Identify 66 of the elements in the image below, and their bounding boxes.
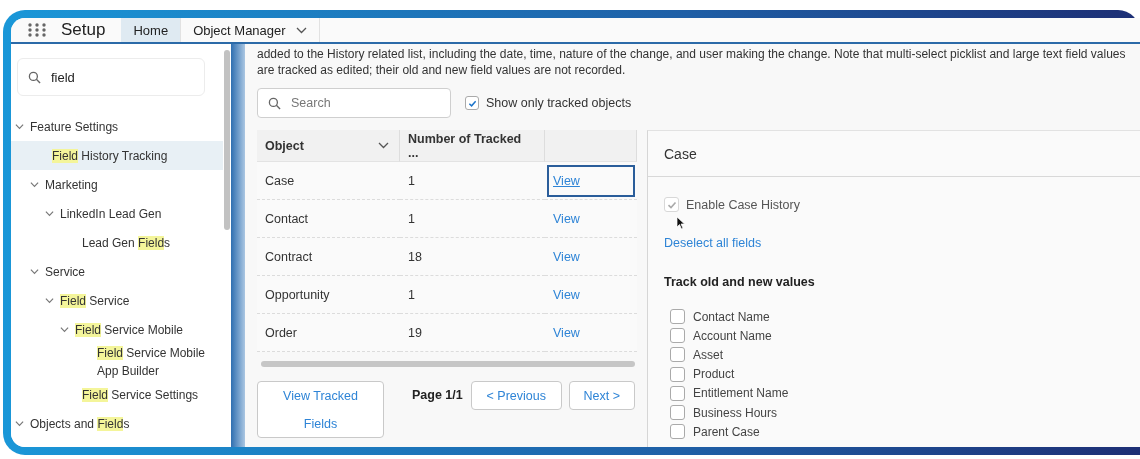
tree-item[interactable]: Field History Tracking	[11, 141, 223, 170]
checkbox[interactable]	[670, 405, 685, 421]
nav-tab[interactable]: Home	[121, 18, 182, 42]
tree-item[interactable]: Field Service Settings	[11, 380, 223, 409]
checkbox[interactable]	[670, 424, 685, 440]
chevron-icon[interactable]	[45, 296, 54, 305]
app-launcher-icon[interactable]	[27, 23, 47, 37]
checkbox[interactable]	[670, 309, 685, 325]
search-icon	[268, 96, 281, 110]
tree-item[interactable]: Feature Settings	[11, 112, 223, 141]
chevron-icon[interactable]	[45, 209, 54, 218]
tree-item[interactable]: Field Service Mobile App Builder	[11, 344, 223, 380]
checkbox-label: Product	[693, 367, 735, 382]
chevron-icon[interactable]	[30, 180, 39, 189]
panel-title: Case	[664, 145, 697, 162]
checkbox[interactable]	[670, 347, 685, 363]
chevron-icon[interactable]	[15, 122, 24, 131]
tree-item[interactable]: Objects and Fields	[11, 409, 223, 438]
search-field[interactable]: Search	[257, 88, 451, 118]
view-link[interactable]: View	[547, 164, 635, 197]
scrollbar-thumb[interactable]	[224, 50, 230, 230]
tree-item[interactable]: LinkedIn Lead Gen	[11, 199, 223, 228]
chevron-icon[interactable]	[30, 267, 39, 276]
cursor-icon	[676, 216, 686, 230]
tree-item[interactable]: Lead Gen Fields	[11, 228, 223, 257]
chevron-icon[interactable]	[60, 325, 69, 334]
view-link[interactable]: View	[547, 202, 635, 235]
search-field[interactable]: field	[17, 58, 205, 96]
tree-item[interactable]: Field Service Mobile	[11, 315, 223, 344]
scrollbar[interactable]	[261, 361, 635, 367]
checkmark-icon	[467, 98, 477, 108]
view-link[interactable]: View	[547, 278, 635, 311]
section-title: Track old and new values	[664, 275, 816, 289]
checkbox[interactable]	[670, 385, 685, 401]
column-header[interactable]: Number of Tracked ...	[400, 130, 545, 162]
previous-button[interactable]: < Previous	[470, 381, 562, 410]
nav-tab[interactable]: Object Manager	[181, 18, 320, 42]
search-icon	[28, 70, 41, 84]
column-header[interactable]: Object	[257, 130, 400, 162]
view-tracked-fields-button[interactable]: View Tracked Fields	[257, 381, 384, 438]
checkbox-label: Contact Name	[693, 309, 770, 324]
checkbox[interactable]	[670, 366, 685, 382]
page-indicator: Page 1/1	[412, 388, 463, 402]
tree-item[interactable]: Service	[11, 257, 223, 286]
tree-item[interactable]: Marketing	[11, 170, 223, 199]
checkbox-label: Business Hours	[693, 405, 778, 420]
view-link[interactable]: View	[547, 240, 635, 273]
checkbox-label: Enable Case History	[686, 197, 800, 212]
chevron-icon[interactable]	[15, 419, 24, 428]
checkbox[interactable]	[465, 96, 479, 110]
app-title: Setup	[61, 20, 106, 40]
deselect-all-link[interactable]: Deselect all fields	[664, 236, 762, 250]
checkbox-label: Asset	[693, 347, 723, 362]
checkbox[interactable]	[670, 328, 685, 344]
chevron-icon[interactable]	[378, 142, 389, 149]
checkbox-label: Entitlement Name	[693, 386, 789, 401]
chevron-icon[interactable]	[295, 26, 307, 34]
checkbox-label: Account Name	[693, 328, 772, 343]
description-text: added to the History related list, including the date, time, nature of the change, and user making the change. Note that multi-select picklist and large text field values are tracked as edited; their old and new field values are not recorded.	[257, 46, 1127, 78]
next-button[interactable]: Next >	[568, 381, 635, 410]
checkbox-label: Show only tracked objects	[486, 96, 632, 110]
tree-item[interactable]: Field Service	[11, 286, 223, 315]
view-link[interactable]: View	[547, 316, 635, 349]
splitter-bar[interactable]	[231, 44, 245, 447]
search-input[interactable]: Search	[289, 95, 429, 111]
checkbox-label: Parent Case	[693, 424, 760, 439]
